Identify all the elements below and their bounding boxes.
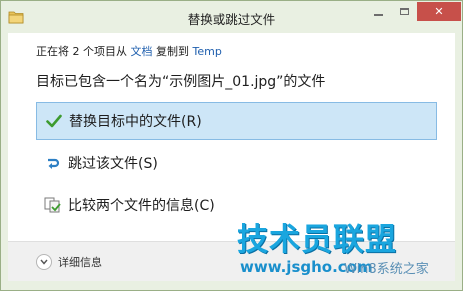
watermark-brand: 技术员联盟 [237,222,397,258]
skip-file-option[interactable]: 跳过该文件(S) [36,144,437,182]
details-toggle[interactable]: 详细信息 [36,254,102,270]
title-bar[interactable]: 替换或跳过文件 ✕ [1,1,462,33]
minimize-button[interactable] [365,2,391,21]
close-button[interactable]: ✕ [417,2,461,21]
maximize-button[interactable] [391,2,417,21]
maximize-icon [399,8,409,15]
compare-files-label: 比较两个文件的信息(C) [68,198,215,214]
close-icon: ✕ [434,5,444,18]
source-folder-link[interactable]: 文档 [131,45,153,58]
watermark-suffix: Win8系统之家 [344,262,429,277]
details-label: 详细信息 [58,256,102,269]
destination-folder-link[interactable]: Temp [193,45,222,58]
minimize-icon [373,13,383,16]
conflict-message: 目标已包含一个名为“示例图片_01.jpg”的文件 [36,74,326,90]
copy-status-line: 正在将 2 个项目从 文档 复制到 Temp [36,43,222,59]
replace-file-label: 替换目标中的文件(R) [69,114,202,130]
checkmark-icon [45,113,63,129]
replace-file-option[interactable]: 替换目标中的文件(R) [36,102,437,140]
skip-file-label: 跳过该文件(S) [68,156,158,172]
dialog-window: 替换或跳过文件 ✕ 正在将 2 个项目从 文档 复制到 Temp 目标已包含一个… [0,0,463,291]
copy-status-middle: 复制到 [156,45,189,58]
chevron-down-icon [36,254,52,270]
copy-status-prefix: 正在将 2 个项目从 [36,45,127,58]
compare-files-icon [44,197,62,213]
skip-arrow-icon [44,155,62,171]
